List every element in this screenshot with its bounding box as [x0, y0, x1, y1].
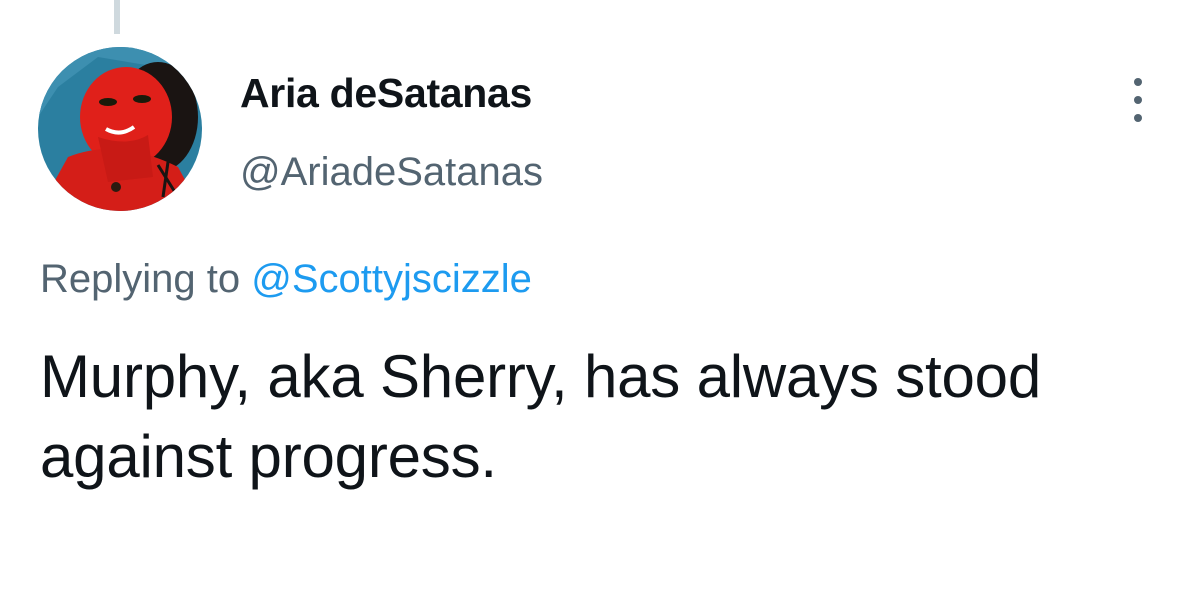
reply-context: Replying to @Scottyjscizzle [40, 257, 532, 302]
author-handle[interactable]: @AriadeSatanas [240, 150, 543, 195]
avatar[interactable] [38, 47, 202, 211]
more-options-icon [1134, 78, 1142, 122]
tweet-text: Murphy, aka Sherry, has always stood aga… [40, 343, 1042, 490]
author-display-name[interactable]: Aria deSatanas [240, 70, 532, 117]
reply-prefix: Replying to [40, 257, 241, 301]
thread-connector-line [114, 0, 120, 34]
reply-to-handle-link[interactable]: @Scottyjscizzle [251, 257, 532, 301]
more-options-button[interactable] [1118, 70, 1158, 130]
user-avatar-icon [38, 47, 202, 211]
tweet-card: Aria deSatanas @AriadeSatanas Replying t… [0, 0, 1200, 607]
